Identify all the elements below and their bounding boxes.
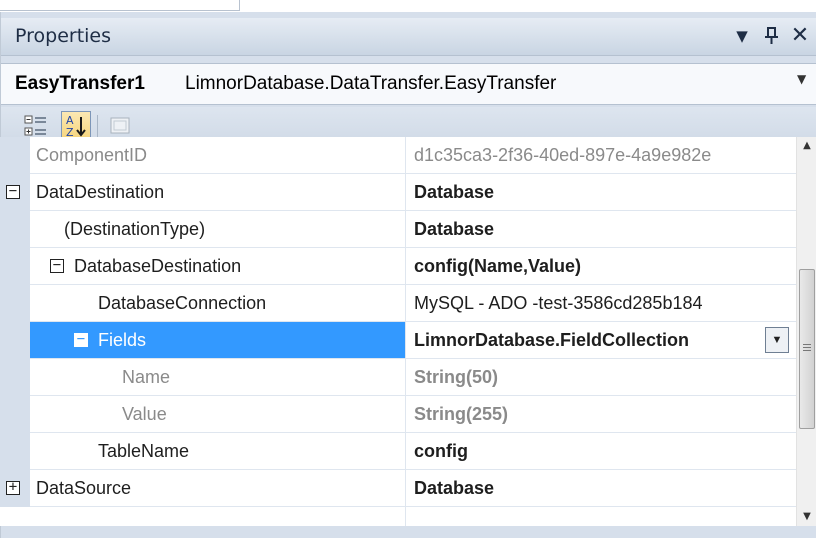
property-value-text: config [414,441,468,461]
panel-titlebar: Properties ▼ ✕ [1,18,816,56]
property-name-text: Fields [98,330,147,350]
property-value-text: d1c35ca3-2f36-40ed-897e-4a9e982e [414,145,712,165]
property-value[interactable]: LimnorDatabase.FieldCollection [406,322,796,359]
property-name[interactable]: Value [30,396,405,433]
scrollbar-thumb[interactable] [799,269,815,429]
property-row[interactable]: + DataSource Database [0,470,796,507]
row-margin [0,137,30,174]
object-selector[interactable]: EasyTransfer1 LimnorDatabase.DataTransfe… [1,63,816,105]
property-name-text: Name [122,367,171,387]
row-margin [0,285,30,322]
property-name[interactable]: DataDestination [30,174,405,211]
property-value-text: String(50) [414,367,499,387]
row-margin [0,248,30,285]
property-name-text: ComponentID [36,145,148,165]
chevron-down-icon[interactable]: ▼ [797,72,806,86]
property-name-text: Value [122,404,167,424]
property-row[interactable]: Name String(50) [0,359,796,396]
property-row[interactable]: − DataDestination Database [0,174,796,211]
expand-icon[interactable]: + [6,480,20,495]
scroll-down-icon[interactable]: ▼ [797,508,816,526]
alphabetical-icon: A Z [66,114,86,139]
document-tab[interactable] [0,0,240,11]
property-name[interactable]: (DestinationType) [30,211,405,248]
property-value-text: config(Name,Value) [414,256,582,276]
property-row[interactable]: Value String(255) [0,396,796,433]
selected-object-name: EasyTransfer1 [15,73,145,94]
property-name-text: DataDestination [36,182,165,202]
property-name[interactable]: − DatabaseDestination [30,248,405,285]
row-margin [0,433,30,470]
property-row[interactable]: − DatabaseDestination config(Name,Value) [0,248,796,285]
row-margin [0,359,30,396]
property-name-text: TableName [98,441,190,461]
row-margin: + [0,470,30,507]
row-margin [0,322,30,359]
property-value-text: Database [414,478,495,498]
property-value[interactable]: Database [406,174,796,211]
property-name-text: (DestinationType) [64,219,206,239]
property-value[interactable]: Database [406,470,796,507]
property-name[interactable]: TableName [30,433,405,470]
property-grid: ComponentID d1c35ca3-2f36-40ed-897e-4a9e9… [0,137,816,526]
property-name[interactable]: DatabaseConnection [30,285,405,322]
property-name[interactable]: − Fields [30,322,405,359]
row-margin: − [0,174,30,211]
collapse-icon[interactable]: − [74,332,88,347]
vertical-scrollbar[interactable]: ▲ ▼ [796,137,816,526]
value-dropdown-button[interactable]: ▼ [765,327,789,353]
collapse-icon[interactable]: − [6,184,20,199]
row-margin [0,396,30,433]
auto-hide-pin-icon[interactable] [759,22,785,50]
property-name-text: DataSource [36,478,132,498]
categorized-icon [24,115,46,136]
property-value[interactable]: config(Name,Value) [406,248,796,285]
property-value[interactable]: String(255) [406,396,796,433]
panel-title: Properties [15,25,112,47]
window-position-dropdown-icon[interactable]: ▼ [729,22,755,50]
property-row[interactable]: DatabaseConnection MySQL - ADO -test-3586… [0,285,796,322]
property-name[interactable]: DataSource [30,470,405,507]
property-value[interactable]: MySQL - ADO -test-3586cd285b184 [406,285,796,322]
property-value[interactable]: Database [406,211,796,248]
property-name[interactable]: Name [30,359,405,396]
property-value[interactable]: String(50) [406,359,796,396]
property-row[interactable]: ComponentID d1c35ca3-2f36-40ed-897e-4a9e9… [0,137,796,174]
property-name[interactable]: ComponentID [30,137,405,174]
property-name-text: DatabaseConnection [98,293,267,313]
property-value[interactable]: d1c35ca3-2f36-40ed-897e-4a9e982e [406,137,796,174]
collapse-icon[interactable]: − [50,258,64,273]
property-value[interactable]: config [406,433,796,470]
row-margin [0,211,30,248]
property-name-text: DatabaseDestination [74,256,242,276]
property-row[interactable]: TableName config [0,433,796,470]
property-value-text: MySQL - ADO -test-3586cd285b184 [414,293,703,313]
toolbar-separator [97,115,98,139]
property-value-text: Database [414,219,495,239]
property-value-text: String(255) [414,404,509,424]
property-pages-icon [110,117,130,134]
close-icon[interactable]: ✕ [787,22,813,50]
top-strip [0,0,816,12]
property-value-text: LimnorDatabase.FieldCollection [414,330,690,350]
scroll-up-icon[interactable]: ▲ [797,137,816,155]
property-value-text: Database [414,182,495,202]
property-row[interactable]: − Fields LimnorDatabase.FieldCollection ▼ [0,322,796,359]
property-row[interactable]: (DestinationType) Database [0,211,796,248]
selected-object-type: LimnorDatabase.DataTransfer.EasyTransfer [185,73,557,94]
